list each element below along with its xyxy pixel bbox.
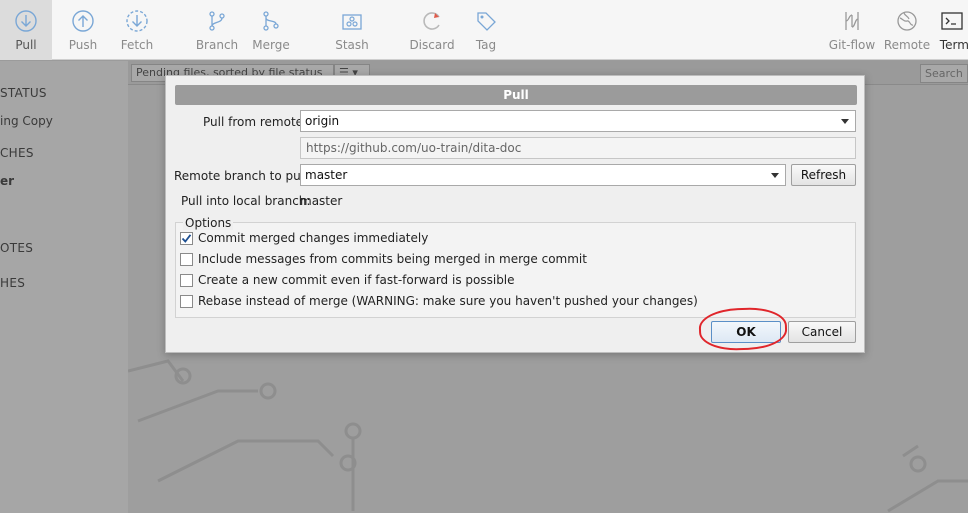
option-label: Include messages from commits being merg… bbox=[198, 252, 587, 266]
merge-button[interactable]: Merge bbox=[246, 0, 296, 60]
remote-url-field: https://github.com/uo-train/dita-doc bbox=[300, 137, 856, 159]
new-commit-option[interactable]: Create a new commit even if fast-forward… bbox=[180, 272, 515, 288]
fetch-button[interactable]: Fetch bbox=[112, 0, 162, 60]
checkmark-icon bbox=[181, 233, 192, 243]
fetch-icon bbox=[124, 8, 150, 34]
sidebar-item-remotes[interactable]: OTES bbox=[0, 241, 33, 255]
option-label: Rebase instead of merge (WARNING: make s… bbox=[198, 294, 698, 308]
discard-label: Discard bbox=[409, 38, 455, 52]
branch-button[interactable]: Branch bbox=[192, 0, 242, 60]
ok-button[interactable]: OK bbox=[711, 321, 781, 343]
commit-immediately-option[interactable]: Commit merged changes immediately bbox=[180, 230, 428, 246]
tag-icon bbox=[473, 8, 499, 34]
dialog-title: Pull bbox=[175, 85, 857, 105]
option-label: Commit merged changes immediately bbox=[198, 231, 429, 245]
pull-button[interactable]: Pull bbox=[0, 0, 52, 60]
search-input[interactable]: Search bbox=[920, 64, 968, 83]
merge-icon bbox=[258, 8, 284, 34]
sidebar-item-master[interactable]: er bbox=[0, 174, 14, 188]
include-messages-checkbox[interactable] bbox=[180, 252, 193, 266]
rebase-option[interactable]: Rebase instead of merge (WARNING: make s… bbox=[180, 293, 698, 309]
discard-button[interactable]: Discard bbox=[406, 0, 458, 60]
git-flow-label: Git-flow bbox=[828, 38, 876, 52]
terminal-icon bbox=[939, 8, 965, 34]
refresh-button[interactable]: Refresh bbox=[791, 164, 856, 186]
option-label: Create a new commit even if fast-forward… bbox=[198, 273, 515, 287]
remote-select[interactable]: origin bbox=[300, 110, 856, 132]
sidebar-item-branches[interactable]: CHES bbox=[0, 146, 34, 160]
pull-icon bbox=[13, 8, 39, 34]
sidebar: STATUS ing Copy CHES er OTES HES bbox=[0, 61, 128, 513]
include-messages-option[interactable]: Include messages from commits being merg… bbox=[180, 251, 587, 267]
tag-button[interactable]: Tag bbox=[462, 0, 510, 60]
terminal-button[interactable]: Termi bbox=[936, 0, 968, 60]
tag-label: Tag bbox=[475, 38, 497, 52]
fetch-label: Fetch bbox=[120, 38, 154, 52]
stash-label: Stash bbox=[335, 38, 369, 52]
remote-branch-value: master bbox=[305, 168, 348, 182]
discard-icon bbox=[419, 8, 445, 34]
remote-select-value: origin bbox=[305, 114, 340, 128]
options-legend: Options bbox=[183, 216, 234, 230]
branch-icon bbox=[204, 8, 230, 34]
remote-button[interactable]: Remote bbox=[883, 0, 931, 60]
push-icon bbox=[70, 8, 96, 34]
rebase-checkbox[interactable] bbox=[180, 294, 193, 308]
local-branch-value: master bbox=[300, 194, 343, 208]
sidebar-item-stashes[interactable]: HES bbox=[0, 276, 25, 290]
commit-immediately-checkbox[interactable] bbox=[180, 231, 193, 245]
pull-from-remote-label: Pull from remote: bbox=[203, 115, 308, 129]
remote-icon bbox=[894, 8, 920, 34]
terminal-label: Termi bbox=[939, 38, 968, 52]
sidebar-item-status[interactable]: STATUS bbox=[0, 86, 47, 100]
pull-label: Pull bbox=[15, 38, 37, 52]
branch-label: Branch bbox=[195, 38, 239, 52]
cancel-button[interactable]: Cancel bbox=[788, 321, 856, 343]
chevron-down-icon bbox=[841, 119, 849, 124]
remote-branch-label: Remote branch to pull: bbox=[174, 169, 312, 183]
sidebar-item-working-copy[interactable]: ing Copy bbox=[0, 114, 53, 128]
push-button[interactable]: Push bbox=[58, 0, 108, 60]
new-commit-checkbox[interactable] bbox=[180, 273, 193, 287]
toolbar: Pull Push Fetch Branch Merge Stash Disca… bbox=[0, 0, 968, 60]
push-label: Push bbox=[68, 38, 98, 52]
local-branch-label: Pull into local branch: bbox=[181, 194, 311, 208]
remote-branch-select[interactable]: master bbox=[300, 164, 786, 186]
stash-button[interactable]: Stash bbox=[327, 0, 377, 60]
stash-icon bbox=[339, 8, 365, 34]
git-flow-icon bbox=[839, 8, 865, 34]
git-flow-button[interactable]: Git-flow bbox=[826, 0, 878, 60]
pull-dialog: Pull Pull from remote: origin https://gi… bbox=[165, 75, 865, 353]
merge-label: Merge bbox=[252, 38, 290, 52]
remote-label: Remote bbox=[883, 38, 931, 52]
chevron-down-icon bbox=[771, 173, 779, 178]
